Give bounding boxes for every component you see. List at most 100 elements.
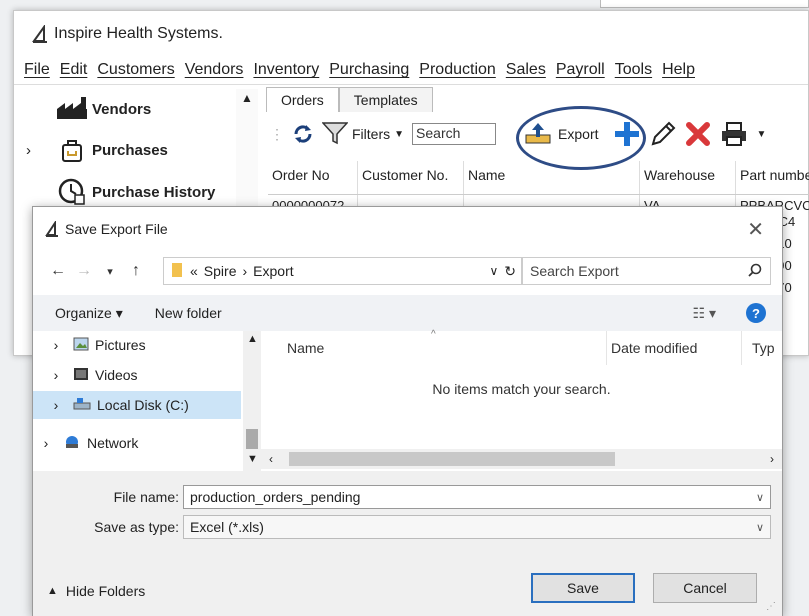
chevron-down-icon[interactable]: ∨ — [489, 264, 498, 278]
videos-folder-icon — [73, 367, 89, 384]
menu-production[interactable]: Production — [419, 61, 496, 79]
nav-scrollbar[interactable]: ▲ — [236, 89, 258, 219]
scroll-right-icon[interactable]: › — [770, 452, 774, 466]
chevron-right-icon[interactable]: › — [35, 435, 57, 451]
close-icon[interactable]: ✕ — [747, 217, 764, 242]
scroll-thumb[interactable] — [289, 452, 615, 466]
tree-item-local-disk[interactable]: › Local Disk (C:) — [33, 391, 241, 419]
up-arrow-icon[interactable]: ↑ — [123, 262, 149, 280]
help-icon[interactable]: ? — [746, 303, 766, 323]
folder-icon — [170, 261, 184, 282]
scroll-up-icon[interactable]: ▲ — [241, 91, 253, 105]
col-warehouse[interactable]: Warehouse — [640, 161, 736, 194]
app-logo-icon — [32, 25, 48, 43]
delete-icon[interactable] — [685, 121, 711, 147]
resize-grip-icon[interactable]: ⋰ — [766, 601, 776, 612]
nav-item-purchase-history[interactable]: Purchase History — [52, 177, 215, 207]
menu-inventory[interactable]: Inventory — [253, 61, 319, 79]
chevron-right-icon[interactable]: › — [26, 142, 52, 159]
nav-item-vendors[interactable]: Vendors — [52, 97, 151, 121]
col-name[interactable]: Name — [464, 161, 640, 194]
hide-folders-button[interactable]: ▲ Hide Folders — [47, 583, 145, 599]
file-list-hscrollbar[interactable]: ‹ › — [261, 449, 782, 469]
orders-search-input[interactable]: Search — [412, 123, 497, 145]
chevron-right-icon[interactable]: › — [45, 367, 67, 383]
breadcrumb-spire[interactable]: Spire — [204, 263, 237, 279]
menu-file[interactable]: File — [24, 61, 50, 79]
menu-payroll[interactable]: Payroll — [556, 61, 605, 79]
new-folder-button[interactable]: New folder — [155, 305, 222, 321]
cart-icon — [52, 137, 92, 163]
chevron-down-icon[interactable]: ∨ — [756, 491, 764, 504]
empty-message: No items match your search. — [432, 381, 611, 397]
command-bar: Organize ▾ New folder ☷ ▾ ? — [33, 295, 782, 331]
recent-locations-icon[interactable]: ▾ — [97, 265, 123, 278]
col-type[interactable]: Typ — [741, 331, 775, 365]
scroll-up-icon[interactable]: ▲ — [247, 333, 258, 345]
scroll-left-icon[interactable]: ‹ — [269, 452, 273, 466]
nav-label-purchase-history: Purchase History — [92, 183, 216, 201]
dialog-title-text: Save Export File — [65, 221, 168, 237]
save-export-dialog: Save Export File ✕ ← → ▾ ↑ « Spire › Exp… — [32, 206, 783, 616]
breadcrumb-export[interactable]: Export — [253, 263, 293, 279]
tree-label: Videos — [95, 367, 138, 383]
menu-customers[interactable]: Customers — [97, 61, 174, 79]
network-icon — [63, 435, 81, 452]
address-bar[interactable]: « Spire › Export ∨ ↻ — [163, 257, 523, 285]
orders-grid-header: Order No Customer No. Name Warehouse Par… — [268, 161, 809, 195]
chevron-right-icon[interactable]: › — [45, 337, 67, 353]
address-row: ← → ▾ ↑ « Spire › Export ∨ ↻ Search Expo… — [45, 257, 775, 285]
col-name[interactable]: Name — [287, 331, 324, 365]
hide-folders-label: Hide Folders — [65, 583, 146, 599]
dialog-title: Save Export File — [45, 221, 168, 237]
save-button[interactable]: Save — [531, 573, 635, 603]
tab-templates[interactable]: Templates — [338, 87, 433, 112]
menu-edit[interactable]: Edit — [60, 61, 88, 79]
organize-button[interactable]: Organize ▾ — [55, 305, 123, 322]
menu-help[interactable]: Help — [662, 61, 695, 79]
print-dropdown-icon[interactable]: ▼ — [757, 129, 767, 140]
search-export-input[interactable]: Search Export — [521, 257, 771, 285]
nav-label-purchases: Purchases — [92, 141, 168, 159]
search-placeholder: Search Export — [530, 263, 619, 279]
save-as-type-value: Excel (*.xls) — [190, 519, 264, 535]
tree-item-network[interactable]: › Network — [33, 429, 241, 457]
scroll-thumb[interactable] — [246, 429, 258, 449]
save-as-type-select[interactable]: Excel (*.xls) ∨ — [183, 515, 771, 539]
chevron-down-icon[interactable]: ∨ — [756, 521, 764, 534]
chevron-right-icon[interactable]: › — [45, 397, 67, 413]
background-window-frame — [600, 0, 809, 8]
refresh-icon[interactable]: ↻ — [504, 263, 516, 280]
pictures-folder-icon — [73, 337, 89, 354]
menu-purchasing[interactable]: Purchasing — [329, 61, 409, 79]
folder-tree: › Pictures › Videos › Local Disk (C:) › … — [33, 331, 261, 469]
tree-label: Pictures — [95, 337, 146, 353]
edit-pencil-icon[interactable] — [649, 120, 677, 148]
menu-tools[interactable]: Tools — [615, 61, 652, 79]
col-part-number[interactable]: Part numbe — [736, 161, 809, 194]
chevron-up-icon: ▲ — [47, 585, 58, 597]
save-as-type-label: Save as type: — [94, 519, 179, 535]
tree-item-pictures[interactable]: › Pictures — [33, 331, 241, 359]
menu-vendors[interactable]: Vendors — [185, 61, 244, 79]
filters-button[interactable]: Filters ▼ — [321, 121, 404, 148]
file-name-value: production_orders_pending — [190, 489, 361, 505]
sort-caret-icon: ^ — [431, 329, 436, 340]
cancel-button[interactable]: Cancel — [653, 573, 757, 603]
funnel-icon — [321, 121, 349, 148]
print-icon[interactable] — [719, 121, 749, 147]
refresh-icon[interactable] — [292, 123, 314, 145]
view-options-icon[interactable]: ☷ ▾ — [693, 305, 716, 322]
tab-orders[interactable]: Orders — [266, 87, 339, 112]
col-order-no[interactable]: Order No — [268, 161, 358, 194]
col-date-modified[interactable]: Date modified — [606, 331, 697, 365]
col-customer-no[interactable]: Customer No. — [358, 161, 464, 194]
file-name-field[interactable]: production_orders_pending ∨ — [183, 485, 771, 509]
tree-item-videos[interactable]: › Videos — [33, 361, 241, 389]
folder-tree-scrollbar[interactable]: ▲ ▼ — [243, 331, 261, 471]
back-arrow-icon[interactable]: ← — [45, 262, 71, 280]
nav-item-purchases[interactable]: › Purchases — [26, 137, 168, 163]
menu-sales[interactable]: Sales — [506, 61, 546, 79]
scroll-down-icon[interactable]: ▼ — [247, 453, 258, 465]
forward-arrow-icon[interactable]: → — [71, 262, 97, 280]
